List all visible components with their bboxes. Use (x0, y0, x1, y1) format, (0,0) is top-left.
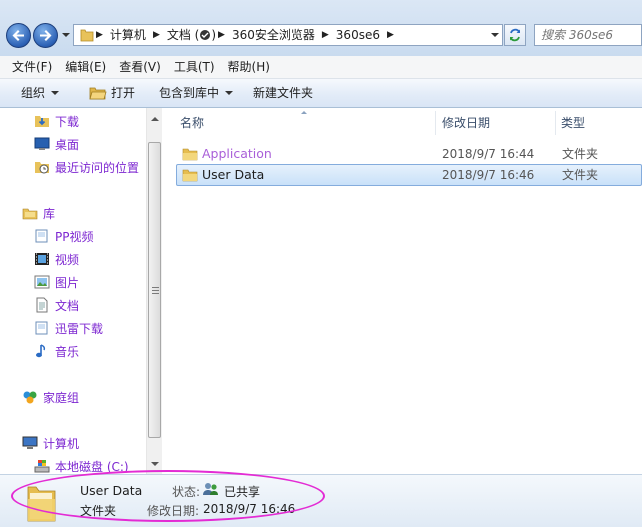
scroll-down-arrow[interactable] (151, 462, 159, 466)
file-row-user-data[interactable]: User Data 2018/9/7 16:46 文件夹 (176, 164, 642, 186)
folder-icon (80, 28, 94, 42)
chevron-right-icon[interactable]: ▶ (385, 30, 396, 40)
document-icon (34, 297, 50, 313)
column-divider[interactable] (555, 111, 556, 135)
redacted-icon (199, 27, 211, 40)
menu-help[interactable]: 帮助(H) (221, 56, 276, 78)
menu-edit[interactable]: 编辑(E) (58, 56, 112, 78)
back-arrow-icon (12, 30, 24, 41)
menu-view[interactable]: 查看(V) (112, 56, 167, 78)
library-folder-icon (34, 228, 50, 244)
nav-item-documents[interactable]: 文档 (34, 295, 79, 315)
back-button[interactable] (6, 23, 31, 48)
refresh-icon (510, 28, 520, 42)
column-divider[interactable] (435, 111, 436, 135)
shared-users-icon (202, 481, 220, 500)
library-folder-icon (34, 320, 50, 336)
nav-item-pictures[interactable]: 图片 (34, 272, 79, 292)
column-header-name[interactable]: 名称 (180, 108, 204, 138)
crumb-360-browser[interactable]: 360安全浏览器 (227, 25, 320, 45)
details-pane: User Data 文件夹 状态: 已共享 修改日期: 2018/9/7 16:… (0, 474, 642, 527)
forward-arrow-icon (40, 30, 52, 41)
crumb-documents[interactable]: 文档 () (162, 25, 216, 45)
grip-icon (152, 287, 159, 294)
breadcrumb: ▶ 计算机 ▶ 文档 () ▶ 360安全浏览器 ▶ 360se6 ▶ (74, 25, 396, 45)
sort-ascending-icon (301, 111, 307, 114)
column-header-modified[interactable]: 修改日期 (442, 108, 490, 138)
selected-folder-large-icon (24, 483, 58, 526)
chevron-down-icon (51, 91, 60, 95)
address-box[interactable]: ▶ 计算机 ▶ 文档 () ▶ 360安全浏览器 ▶ 360se6 ▶ (73, 24, 503, 46)
recent-places-icon (34, 159, 50, 175)
recent-pages-dropdown[interactable] (62, 33, 70, 37)
details-name: User Data (80, 483, 143, 498)
chevron-right-icon[interactable]: ▶ (320, 30, 331, 40)
nav-item-videos[interactable]: 视频 (34, 249, 79, 269)
details-status-value: 已共享 (224, 485, 261, 499)
windows-drive-icon (34, 458, 50, 474)
command-bar: 组织 打开 包含到库中 新建文件夹 (0, 79, 642, 108)
computer-icon (22, 435, 38, 451)
file-type: 文件夹 (562, 147, 599, 161)
pictures-icon (34, 274, 50, 290)
nav-item-local-disk-c[interactable]: 本地磁盘 (C:) (34, 456, 129, 474)
file-name: Application (202, 146, 272, 161)
navigation-pane: 下载 桌面 最近访问的位置 库 PP视频 视频 图片 文档 迅雷下载 音乐 家庭… (0, 108, 146, 474)
file-row-application[interactable]: Application 2018/9/7 16:44 文件夹 (176, 143, 642, 165)
details-modified-label: 修改日期: (147, 504, 200, 518)
new-folder-button[interactable]: 新建文件夹 (243, 79, 323, 107)
desktop-icon (34, 136, 50, 152)
crumb-computer[interactable]: 计算机 (105, 25, 151, 45)
nav-item-music[interactable]: 音乐 (34, 341, 79, 361)
search-input[interactable] (535, 25, 641, 45)
navigation-scrollbar[interactable] (146, 108, 162, 474)
nav-item-downloads[interactable]: 下载 (34, 111, 79, 131)
details-type: 文件夹 (80, 504, 117, 518)
nav-item-thunder-downloads[interactable]: 迅雷下载 (34, 318, 103, 338)
address-bar-area: ▶ 计算机 ▶ 文档 () ▶ 360安全浏览器 ▶ 360se6 ▶ (0, 0, 642, 56)
video-icon (34, 251, 50, 267)
nav-item-homegroup[interactable]: 家庭组 (22, 387, 79, 407)
menu-tools[interactable]: 工具(T) (167, 56, 221, 78)
address-history-dropdown[interactable] (491, 33, 499, 37)
scroll-up-arrow[interactable] (151, 117, 159, 121)
details-status-label: 状态: (172, 485, 201, 499)
folder-icon (182, 167, 198, 186)
library-icon (22, 205, 38, 221)
file-type: 文件夹 (562, 168, 599, 182)
folder-icon (182, 146, 198, 165)
crumb-360se6[interactable]: 360se6 (331, 25, 385, 45)
open-button[interactable]: 打开 (69, 79, 145, 107)
include-in-library-button[interactable]: 包含到库中 (145, 79, 243, 107)
open-folder-icon (89, 85, 107, 101)
forward-button[interactable] (33, 23, 58, 48)
file-list: 名称 修改日期 类型 Application 2018/9/7 16:44 文件… (162, 108, 642, 474)
chevron-right-icon[interactable]: ▶ (94, 30, 105, 40)
music-icon (34, 343, 50, 359)
column-header-type[interactable]: 类型 (561, 108, 585, 138)
file-modified: 2018/9/7 16:46 (442, 168, 535, 182)
details-modified-value: 2018/9/7 16:46 (203, 502, 296, 516)
nav-item-computer[interactable]: 计算机 (22, 433, 79, 453)
downloads-icon (34, 113, 50, 129)
organize-button[interactable]: 组织 (0, 79, 69, 107)
scrollbar-thumb[interactable] (148, 142, 161, 438)
nav-item-libraries[interactable]: 库 (22, 203, 55, 223)
chevron-right-icon[interactable]: ▶ (151, 30, 162, 40)
menu-file[interactable]: 文件(F) (0, 56, 58, 78)
search-box[interactable] (534, 24, 642, 46)
nav-item-recent-places[interactable]: 最近访问的位置 (34, 157, 139, 177)
homegroup-icon (22, 389, 38, 405)
refresh-button[interactable] (504, 24, 526, 46)
chevron-down-icon (225, 91, 234, 95)
menu-bar: 文件(F) 编辑(E) 查看(V) 工具(T) 帮助(H) (0, 56, 642, 79)
file-modified: 2018/9/7 16:44 (442, 147, 535, 161)
nav-item-desktop[interactable]: 桌面 (34, 134, 79, 154)
chevron-right-icon[interactable]: ▶ (216, 30, 227, 40)
file-name: User Data (202, 167, 265, 182)
nav-item-pp-video[interactable]: PP视频 (34, 226, 93, 246)
